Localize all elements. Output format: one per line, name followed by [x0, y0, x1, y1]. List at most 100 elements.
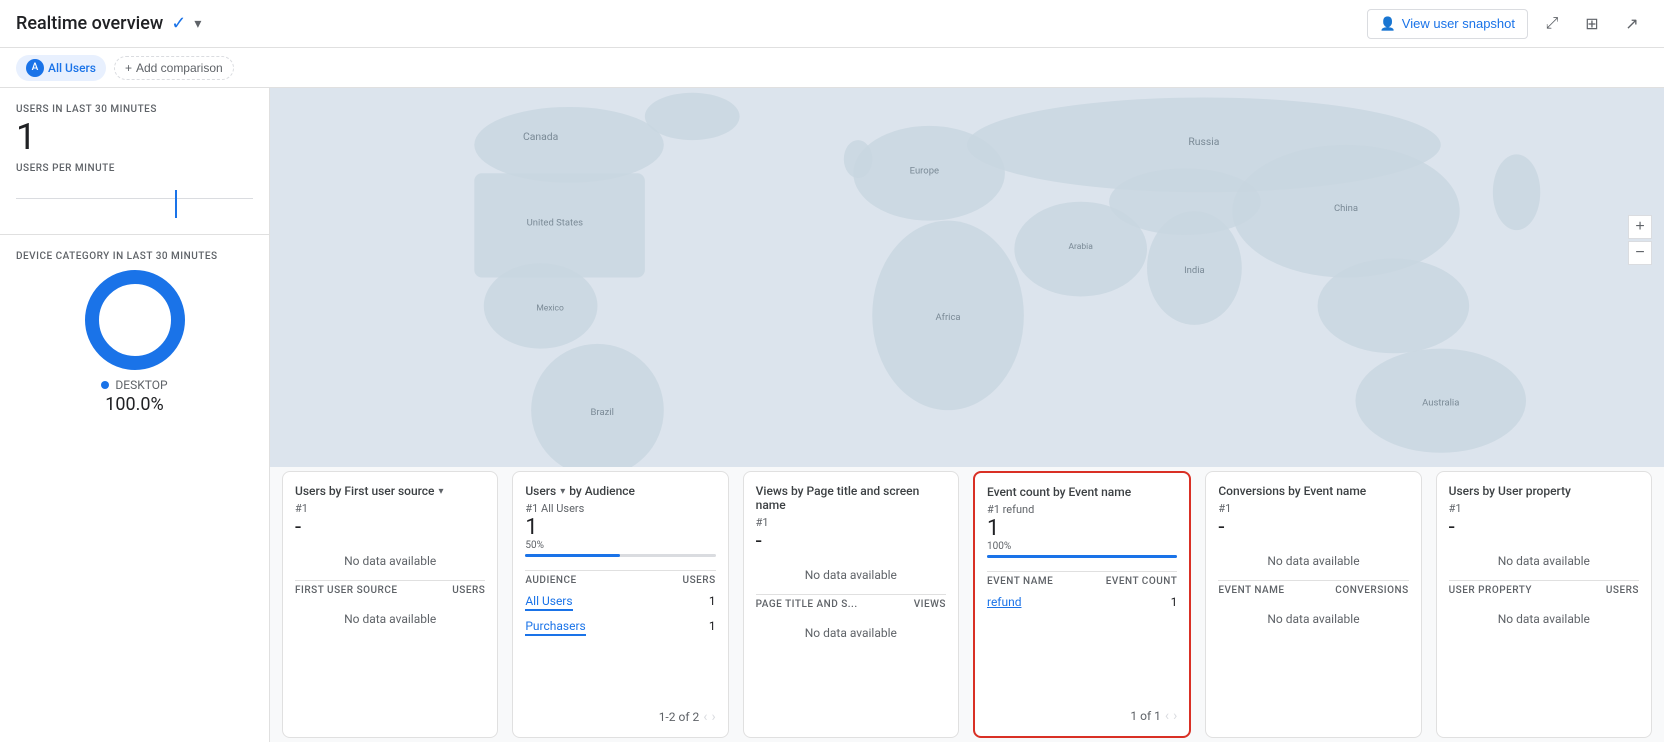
add-comparison-label: Add comparison: [136, 61, 223, 75]
property-no-data: No data available: [1449, 546, 1639, 576]
svg-text:Canada: Canada: [523, 130, 559, 143]
sparkline: [16, 178, 253, 218]
property-table-no-data: No data available: [1449, 604, 1639, 634]
filter-bar: A All Users + Add comparison: [0, 48, 1664, 88]
legend-dot: [101, 381, 109, 389]
event-progress-bg: [987, 555, 1177, 558]
main-content: USERS IN LAST 30 MINUTES 1 USERS PER MIN…: [0, 88, 1664, 742]
top-bar-left: Realtime overview ✓ ▾: [16, 13, 201, 34]
left-panel: USERS IN LAST 30 MINUTES 1 USERS PER MIN…: [0, 88, 270, 742]
per-minute-label: USERS PER MINUTE: [16, 163, 253, 174]
conversions-no-data: No data available: [1218, 546, 1408, 576]
legend-label: DESKTOP: [115, 378, 167, 392]
legend-item-desktop: DESKTOP: [101, 378, 167, 392]
audience-prev-button[interactable]: ‹: [703, 709, 707, 725]
event-pagination: 1 of 1 ‹ ›: [987, 700, 1177, 724]
event-value-refund: 1: [1171, 595, 1178, 609]
source-table-no-data: No data available: [295, 604, 485, 634]
svg-text:India: India: [1184, 265, 1205, 276]
svg-text:United States: United States: [527, 217, 583, 228]
audience-rank: #1 All Users 1 50%: [525, 502, 715, 560]
status-icon: ✓: [171, 13, 186, 34]
event-next-button[interactable]: ›: [1173, 708, 1177, 724]
card-title-audience: Users ▾ by Audience: [525, 484, 715, 498]
card-title-conversions: Conversions by Event name: [1218, 484, 1408, 498]
card-title-users: Users: [525, 484, 556, 498]
audience-pagination: 1-2 of 2 ‹ ›: [525, 701, 715, 725]
audience-next-button[interactable]: ›: [711, 709, 715, 725]
event-label-refund[interactable]: refund: [987, 595, 1022, 609]
snapshot-icon: 👤: [1380, 16, 1396, 32]
users-stats-card: USERS IN LAST 30 MINUTES 1 USERS PER MIN…: [0, 88, 269, 235]
svg-text:Mexico: Mexico: [536, 304, 564, 314]
event-count-card: Event count by Event name #1 refund 1 10…: [973, 471, 1191, 738]
svg-text:Europe: Europe: [910, 165, 939, 176]
svg-text:Australia: Australia: [1422, 397, 1459, 408]
device-label: DEVICE CATEGORY IN LAST 30 MINUTES: [16, 251, 253, 262]
svg-text:Brazil: Brazil: [591, 407, 614, 418]
card-title-views: Views by Page title and screen name: [756, 484, 946, 512]
card-title-events: Event count by Event name: [987, 485, 1177, 499]
card-title-text-views: Views by Page title and screen name: [756, 484, 946, 512]
users-by-audience-card: Users ▾ by Audience #1 All Users 1 50% A…: [512, 471, 728, 738]
all-users-label: All Users: [48, 61, 96, 75]
card-title-text-conversions: Conversions by Event name: [1218, 484, 1366, 498]
source-no-data: No data available: [295, 546, 485, 576]
card-title-property: Users by User property: [1449, 484, 1639, 498]
audience-row-all-users: All Users 1: [525, 590, 715, 615]
card-title-source: Users by First user source ▾: [295, 484, 485, 498]
event-rank: #1 refund 1 100%: [987, 503, 1177, 561]
event-row-refund: refund 1: [987, 591, 1177, 613]
audience-dropdown-icon[interactable]: ▾: [560, 486, 565, 497]
bottom-cards: Users by First user source ▾ #1 - No dat…: [270, 467, 1664, 742]
conversions-table-no-data: No data available: [1218, 604, 1408, 634]
users-value: 1: [16, 119, 253, 155]
right-panel: Canada United States Mexico Brazil Europ…: [270, 88, 1664, 742]
svg-text:Arabia: Arabia: [1068, 242, 1093, 252]
add-icon: +: [125, 61, 132, 75]
audience-label-all-users[interactable]: All Users: [525, 594, 572, 611]
svg-text:Africa: Africa: [936, 312, 961, 323]
audience-progress-fill: [525, 554, 620, 557]
all-users-chip[interactable]: A All Users: [16, 55, 106, 81]
source-rank: #1 -: [295, 502, 485, 540]
svg-text:Russia: Russia: [1188, 135, 1219, 148]
view-snapshot-label: View user snapshot: [1402, 16, 1515, 31]
audience-list: All Users 1 Purchasers 1: [525, 590, 715, 640]
users-by-source-card: Users by First user source ▾ #1 - No dat…: [282, 471, 498, 738]
source-table-header: FIRST USER SOURCE USERS: [295, 580, 485, 600]
desktop-percentage: 100.0%: [105, 394, 163, 415]
audience-label-purchasers[interactable]: Purchasers: [525, 619, 585, 636]
expand-button[interactable]: ⤢: [1536, 8, 1568, 40]
conversions-table-header: EVENT NAME CONVERSIONS: [1218, 580, 1408, 600]
audience-row-purchasers: Purchasers 1: [525, 615, 715, 640]
card-title-text-events: Event count by Event name: [987, 485, 1131, 499]
views-by-page-card: Views by Page title and screen name #1 -…: [743, 471, 959, 738]
card-title-text-source: Users by First user source: [295, 484, 434, 498]
share-button[interactable]: ↗: [1616, 8, 1648, 40]
event-table-header: EVENT NAME EVENT COUNT: [987, 571, 1177, 591]
top-bar: Realtime overview ✓ ▾ 👤 View user snapsh…: [0, 0, 1664, 48]
donut-container: DESKTOP 100.0%: [16, 270, 253, 415]
zoom-in-button[interactable]: +: [1628, 215, 1652, 239]
event-list: refund 1: [987, 591, 1177, 613]
property-rank: #1 -: [1449, 502, 1639, 540]
audience-progress-bg: [525, 554, 715, 557]
event-prev-button[interactable]: ‹: [1165, 708, 1169, 724]
zoom-out-button[interactable]: −: [1628, 241, 1652, 265]
title-dropdown-icon[interactable]: ▾: [194, 16, 201, 32]
grid-button[interactable]: ⊞: [1576, 8, 1608, 40]
event-progress-fill: [987, 555, 1177, 558]
conversions-card: Conversions by Event name #1 - No data a…: [1205, 471, 1421, 738]
card-title-text-property: Users by User property: [1449, 484, 1571, 498]
property-table-header: USER PROPERTY USERS: [1449, 580, 1639, 600]
map-zoom-controls: + −: [1628, 215, 1652, 265]
source-dropdown-icon[interactable]: ▾: [438, 486, 443, 497]
audience-value-all-users: 1: [709, 594, 716, 611]
views-rank: #1 -: [756, 516, 946, 554]
device-card: DEVICE CATEGORY IN LAST 30 MINUTES DESKT…: [0, 235, 269, 431]
users-by-property-card: Users by User property #1 - No data avai…: [1436, 471, 1652, 738]
card-title-audience-suffix: by Audience: [569, 484, 635, 498]
add-comparison-button[interactable]: + Add comparison: [114, 56, 234, 80]
view-snapshot-button[interactable]: 👤 View user snapshot: [1367, 9, 1528, 39]
